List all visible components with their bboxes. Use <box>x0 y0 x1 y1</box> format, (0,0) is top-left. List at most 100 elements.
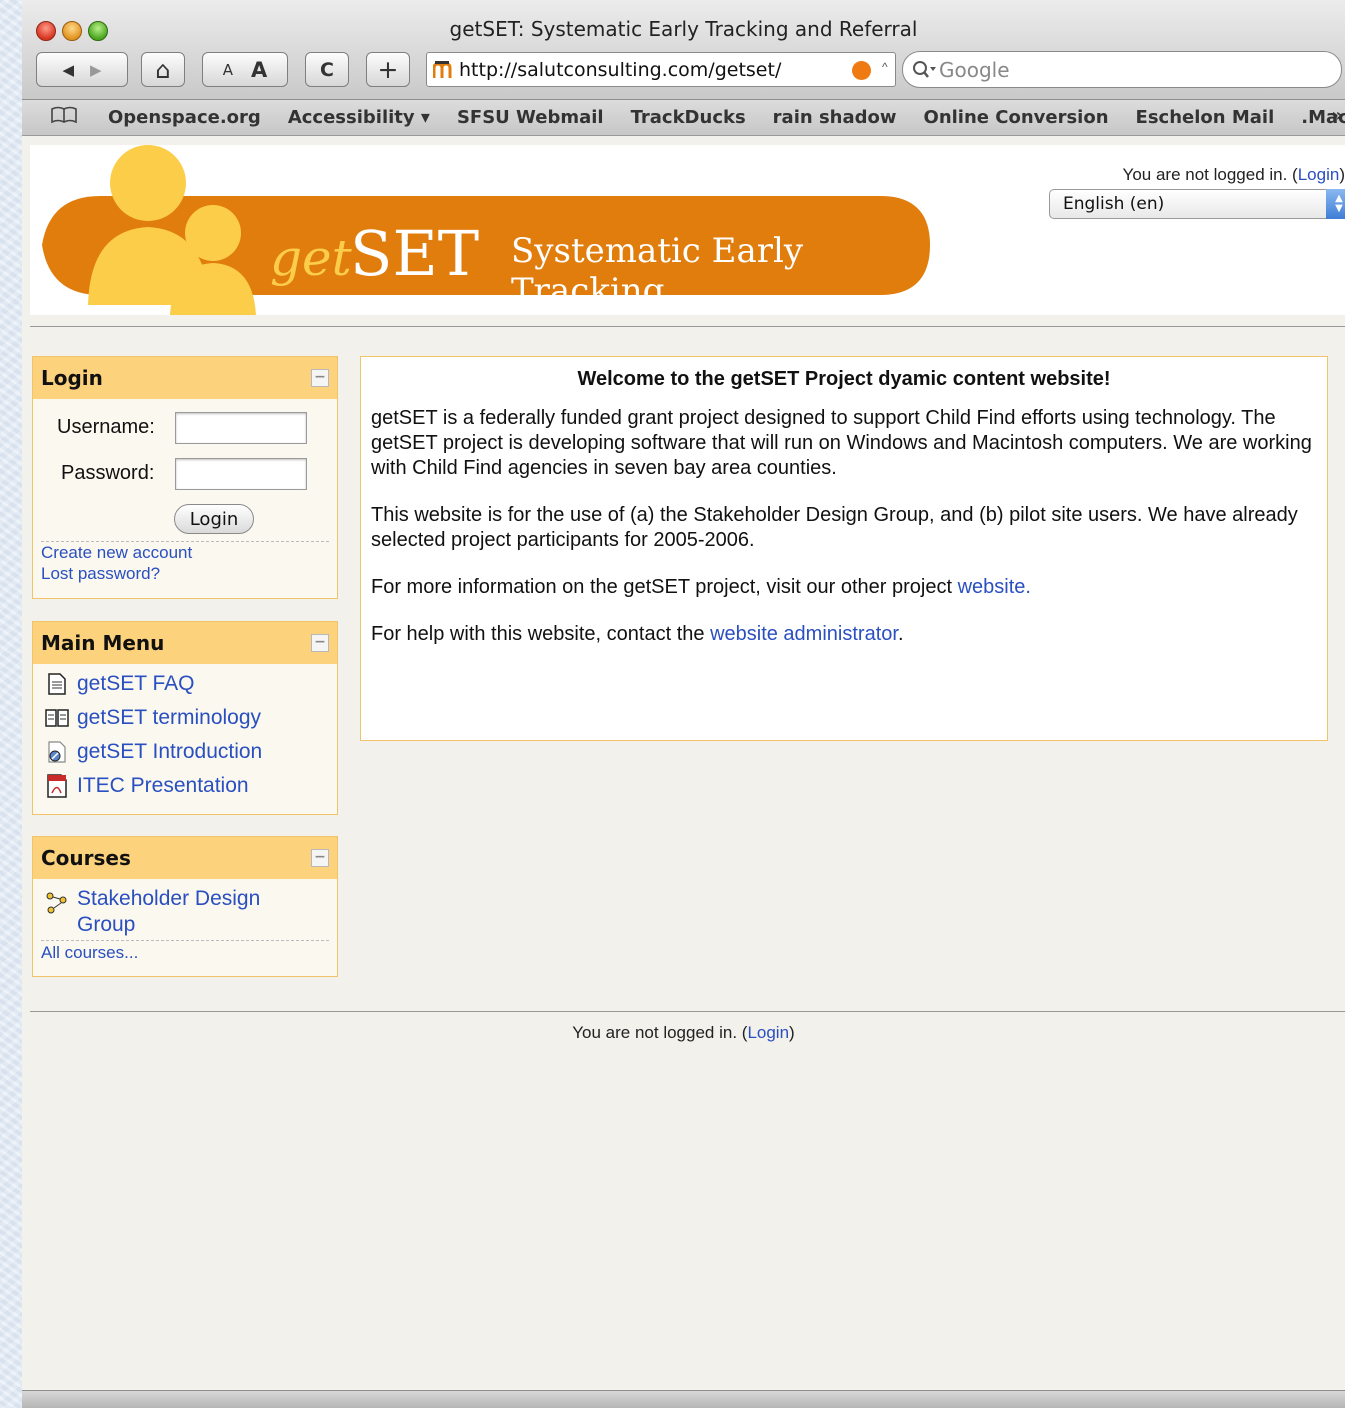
help-end: . <box>897 623 904 645</box>
reload-icon: C <box>320 58 334 81</box>
language-selected: English (en) <box>1063 194 1165 214</box>
collapse-icon[interactable]: − <box>311 634 329 652</box>
search-placeholder: Google <box>939 57 1010 82</box>
document-icon <box>45 672 69 696</box>
snapback-icon[interactable]: ^ <box>882 60 888 74</box>
more-info-paragraph: For more information on the getSET proje… <box>371 575 1317 600</box>
bookmark-sfsu-webmail[interactable]: SFSU Webmail <box>457 107 604 128</box>
language-select[interactable]: English (en) ▲ ▼ <box>1049 189 1345 219</box>
group-icon <box>45 891 69 915</box>
glossary-book-icon <box>45 706 69 730</box>
menu-item-terminology-label[interactable]: getSET terminology <box>77 706 261 730</box>
address-bar[interactable]: http://salutconsulting.com/getset/ <box>426 52 896 87</box>
main-menu-header: Main Menu − <box>33 622 337 664</box>
getset-logo[interactable]: get SET Systematic Early Tracking <box>30 145 940 315</box>
course-link-line1[interactable]: Stakeholder Design <box>77 887 260 911</box>
bookmarks-book-icon[interactable] <box>50 106 78 129</box>
website-link[interactable]: website. <box>958 576 1031 598</box>
password-label: Password: <box>61 462 155 484</box>
main-content: Welcome to the getSET Project dyamic con… <box>360 356 1328 741</box>
main-menu-title: Main Menu <box>41 631 165 655</box>
help-text: For help with this website, contact the <box>371 623 711 645</box>
login-status-top: You are not logged in. (Login) <box>1123 165 1345 185</box>
url-text: http://salutconsulting.com/getset/ <box>459 58 782 81</box>
more-info-text: For more information on the getSET proje… <box>371 576 958 598</box>
menu-item-itec-label[interactable]: ITEC Presentation <box>77 774 249 798</box>
bookmarks-bar: Openspace.org Accessibility ▾ SFSU Webma… <box>22 100 1345 136</box>
bookmark-online-conversion[interactable]: Online Conversion <box>924 107 1109 128</box>
collapse-icon[interactable]: − <box>311 849 329 867</box>
forward-arrow-icon[interactable]: ▶ <box>90 61 102 79</box>
collapse-icon[interactable]: − <box>311 369 329 387</box>
courses-block: Courses − Stakeholder Design Group All c… <box>32 836 338 977</box>
password-input[interactable] <box>175 458 307 490</box>
home-icon: ⌂ <box>155 55 171 84</box>
back-forward-buttons[interactable]: ◀ ▶ <box>36 52 128 87</box>
intro-paragraph: getSET is a federally funded grant proje… <box>371 407 1312 479</box>
home-button[interactable]: ⌂ <box>141 52 185 87</box>
login-status-close: ) <box>1339 165 1345 184</box>
welcome-heading: Welcome to the getSET Project dyamic con… <box>577 368 1111 390</box>
bookmark-accessibility[interactable]: Accessibility ▾ <box>288 107 430 128</box>
logo-tagline: Systematic Early Tracking <box>511 231 804 311</box>
admin-link[interactable]: website administrator <box>710 623 898 645</box>
login-link-top[interactable]: Login <box>1298 165 1340 184</box>
menu-item-itec[interactable]: ITEC Presentation <box>45 774 249 798</box>
footer-status-close: ) <box>789 1023 795 1042</box>
login-block-header: Login − <box>33 357 337 399</box>
create-account-link[interactable]: Create new account <box>41 543 192 563</box>
bookmark-openspace[interactable]: Openspace.org <box>108 107 261 128</box>
footer-status-text: You are not logged in. ( <box>572 1023 748 1042</box>
username-input[interactable] <box>175 412 307 444</box>
text-larger-icon[interactable]: A <box>251 58 267 82</box>
menu-item-faq-label[interactable]: getSET FAQ <box>77 672 195 696</box>
web-file-icon <box>45 740 69 764</box>
menu-item-introduction-label[interactable]: getSET Introduction <box>77 740 262 764</box>
login-status-text: You are not logged in. ( <box>1122 165 1298 184</box>
site-favicon <box>432 60 455 79</box>
logo-set-text: SET <box>350 217 480 290</box>
menu-item-faq[interactable]: getSET FAQ <box>45 672 195 696</box>
courses-title: Courses <box>41 846 131 870</box>
status-bar <box>22 1390 1345 1408</box>
username-label: Username: <box>57 416 155 438</box>
search-icon <box>911 59 939 81</box>
web-page: get SET Systematic Early Tracking You ar… <box>22 137 1345 1390</box>
header-divider <box>30 326 1345 327</box>
logo-get-text: get <box>270 229 352 287</box>
footer-divider <box>30 1011 1345 1012</box>
more-bookmarks-icon[interactable]: » <box>1331 105 1343 126</box>
page-header: get SET Systematic Early Tracking You ar… <box>30 145 1345 315</box>
login-button[interactable]: Login <box>174 504 254 534</box>
menu-item-introduction[interactable]: getSET Introduction <box>45 740 262 764</box>
rss-icon[interactable] <box>852 61 871 80</box>
help-paragraph: For help with this website, contact the … <box>371 622 1317 647</box>
browser-window: getSET: Systematic Early Tracking and Re… <box>22 0 1345 1408</box>
select-arrows-icon: ▲ ▼ <box>1326 189 1345 219</box>
login-link-footer[interactable]: Login <box>747 1023 789 1042</box>
plus-icon: + <box>377 55 399 84</box>
reload-button[interactable]: C <box>305 52 349 87</box>
bookmark-rain-shadow[interactable]: rain shadow <box>773 107 897 128</box>
courses-header: Courses − <box>33 837 337 879</box>
lost-password-link[interactable]: Lost password? <box>41 564 160 584</box>
main-menu-block: Main Menu − getSET FAQ getSET terminolog… <box>32 621 338 815</box>
menu-item-terminology[interactable]: getSET terminology <box>45 706 261 730</box>
login-block-title: Login <box>41 366 103 390</box>
login-status-footer: You are not logged in. (Login) <box>22 1023 1345 1043</box>
back-arrow-icon[interactable]: ◀ <box>62 61 74 79</box>
bookmark-eschelon-mail[interactable]: Eschelon Mail <box>1136 107 1275 128</box>
course-link-line2[interactable]: Group <box>77 913 135 937</box>
pdf-icon <box>45 774 69 798</box>
login-block: Login − Username: Password: Login Create… <box>32 356 338 599</box>
block-divider <box>41 541 329 542</box>
all-courses-link[interactable]: All courses... <box>41 943 138 963</box>
text-size-buttons[interactable]: A A <box>202 52 288 87</box>
google-search-field[interactable]: Google <box>902 51 1342 88</box>
text-smaller-icon[interactable]: A <box>223 61 233 79</box>
usage-paragraph: This website is for the use of (a) the S… <box>371 504 1298 551</box>
block-divider <box>41 940 329 941</box>
bookmark-trackducks[interactable]: TrackDucks <box>631 107 746 128</box>
add-bookmark-button[interactable]: + <box>366 52 410 87</box>
browser-chrome: getSET: Systematic Early Tracking and Re… <box>22 0 1345 100</box>
